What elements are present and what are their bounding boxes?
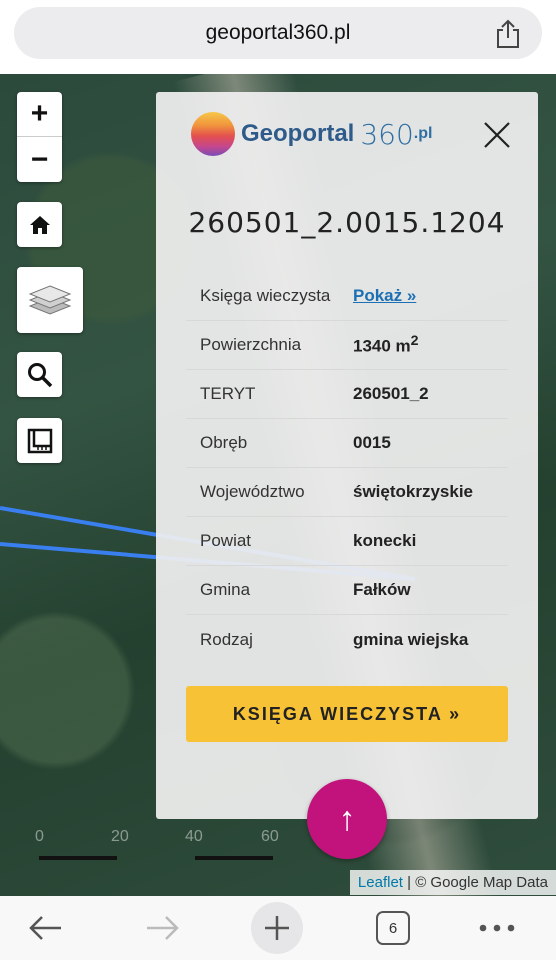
- row-label: TERYT: [200, 384, 256, 403]
- row-powiat: Powiat konecki: [186, 517, 508, 566]
- layers-icon: [28, 285, 72, 315]
- area-value: 1340 m: [353, 336, 411, 356]
- row-powierzchnia: Powierzchnia 1340 m2: [186, 321, 508, 370]
- layers-button[interactable]: [17, 267, 83, 333]
- tab-count: 6: [376, 911, 410, 945]
- plus-icon: [251, 902, 303, 954]
- row-label: Rodzaj: [200, 629, 253, 649]
- more-button[interactable]: [475, 896, 519, 960]
- ksiega-wieczysta-button[interactable]: KSIĘGA WIECZYSTA »: [186, 686, 508, 742]
- back-arrow-icon: [29, 916, 61, 940]
- up-arrow-icon: ↑: [338, 799, 356, 838]
- row-label: Gmina: [200, 580, 251, 599]
- row-value: świętokrzyskie: [353, 482, 474, 501]
- forward-button[interactable]: [136, 896, 188, 960]
- row-label: Powierzchnia: [200, 335, 302, 354]
- parcel-attributes: Księga wieczysta Pokaż » Powierzchnia 13…: [186, 272, 508, 664]
- leaflet-link[interactable]: Leaflet: [358, 874, 403, 891]
- zoom-control: + −: [17, 92, 62, 182]
- row-value: konecki: [353, 531, 417, 550]
- row-wojewodztwo: Województwo świętokrzyskie: [186, 468, 508, 517]
- parcel-id: 260501_2.0015.1204: [188, 206, 506, 239]
- search-icon: [27, 362, 52, 387]
- geoportal-logo[interactable]: Geoportal 360 .pl: [191, 112, 432, 156]
- row-teryt: TERYT 260501_2: [186, 370, 508, 419]
- show-link[interactable]: Pokaż »: [353, 286, 416, 306]
- logo-number: 360: [360, 117, 414, 151]
- scale-bar-segment: [39, 856, 117, 860]
- browser-bottom-bar: 6: [0, 896, 556, 960]
- zoom-out-button[interactable]: −: [17, 137, 62, 182]
- row-value: 1340 m2: [353, 333, 419, 357]
- home-button[interactable]: [17, 202, 62, 247]
- address-bar[interactable]: geoportal360.pl: [14, 7, 542, 59]
- search-button[interactable]: [17, 352, 62, 397]
- browser-top-bar: geoportal360.pl: [0, 0, 556, 74]
- row-ksiega-wieczysta: Księga wieczysta Pokaż »: [186, 272, 508, 321]
- row-value: Fałków: [353, 580, 411, 599]
- row-label: Obręb: [200, 433, 248, 452]
- row-obreb: Obręb 0015: [186, 419, 508, 468]
- measure-button[interactable]: [17, 418, 62, 463]
- scale-label: 20: [111, 828, 129, 845]
- share-icon[interactable]: [494, 19, 522, 49]
- url-text[interactable]: geoportal360.pl: [14, 21, 542, 45]
- logo-globe-icon: [191, 112, 235, 156]
- scale-label: 0: [35, 828, 44, 845]
- row-value: 0015: [353, 433, 391, 452]
- zoom-in-button[interactable]: +: [17, 92, 62, 137]
- more-icon: [479, 924, 515, 932]
- scale-label: 40: [185, 828, 203, 845]
- forward-arrow-icon: [147, 916, 179, 940]
- ruler-icon: [27, 428, 52, 453]
- scale-bar-segment: [195, 856, 273, 860]
- scroll-up-button[interactable]: ↑: [307, 779, 387, 859]
- row-label: Powiat: [200, 531, 252, 550]
- back-button[interactable]: [20, 896, 72, 960]
- scale-label: 60: [261, 828, 279, 845]
- parcel-info-panel: Geoportal 360 .pl 260501_2.0015.1204 Ksi…: [156, 92, 538, 819]
- row-rodzaj: Rodzaj gmina wiejska: [186, 615, 508, 664]
- close-icon[interactable]: [482, 120, 512, 150]
- row-value: 260501_2: [353, 384, 429, 403]
- attribution-text: | © Google Map Data: [402, 874, 548, 891]
- row-value: gmina wiejska: [353, 629, 469, 649]
- logo-word: Geoportal: [241, 120, 355, 147]
- home-icon: [29, 215, 50, 234]
- new-tab-button[interactable]: [250, 896, 304, 960]
- logo-suffix: .pl: [413, 125, 433, 142]
- area-unit-exponent: 2: [410, 333, 419, 350]
- tabs-button[interactable]: 6: [372, 896, 414, 960]
- row-label: Województwo: [200, 482, 305, 501]
- row-gmina: Gmina Fałków: [186, 566, 508, 615]
- map-attribution: Leaflet | © Google Map Data: [349, 870, 556, 895]
- row-label: Księga wieczysta: [200, 286, 331, 305]
